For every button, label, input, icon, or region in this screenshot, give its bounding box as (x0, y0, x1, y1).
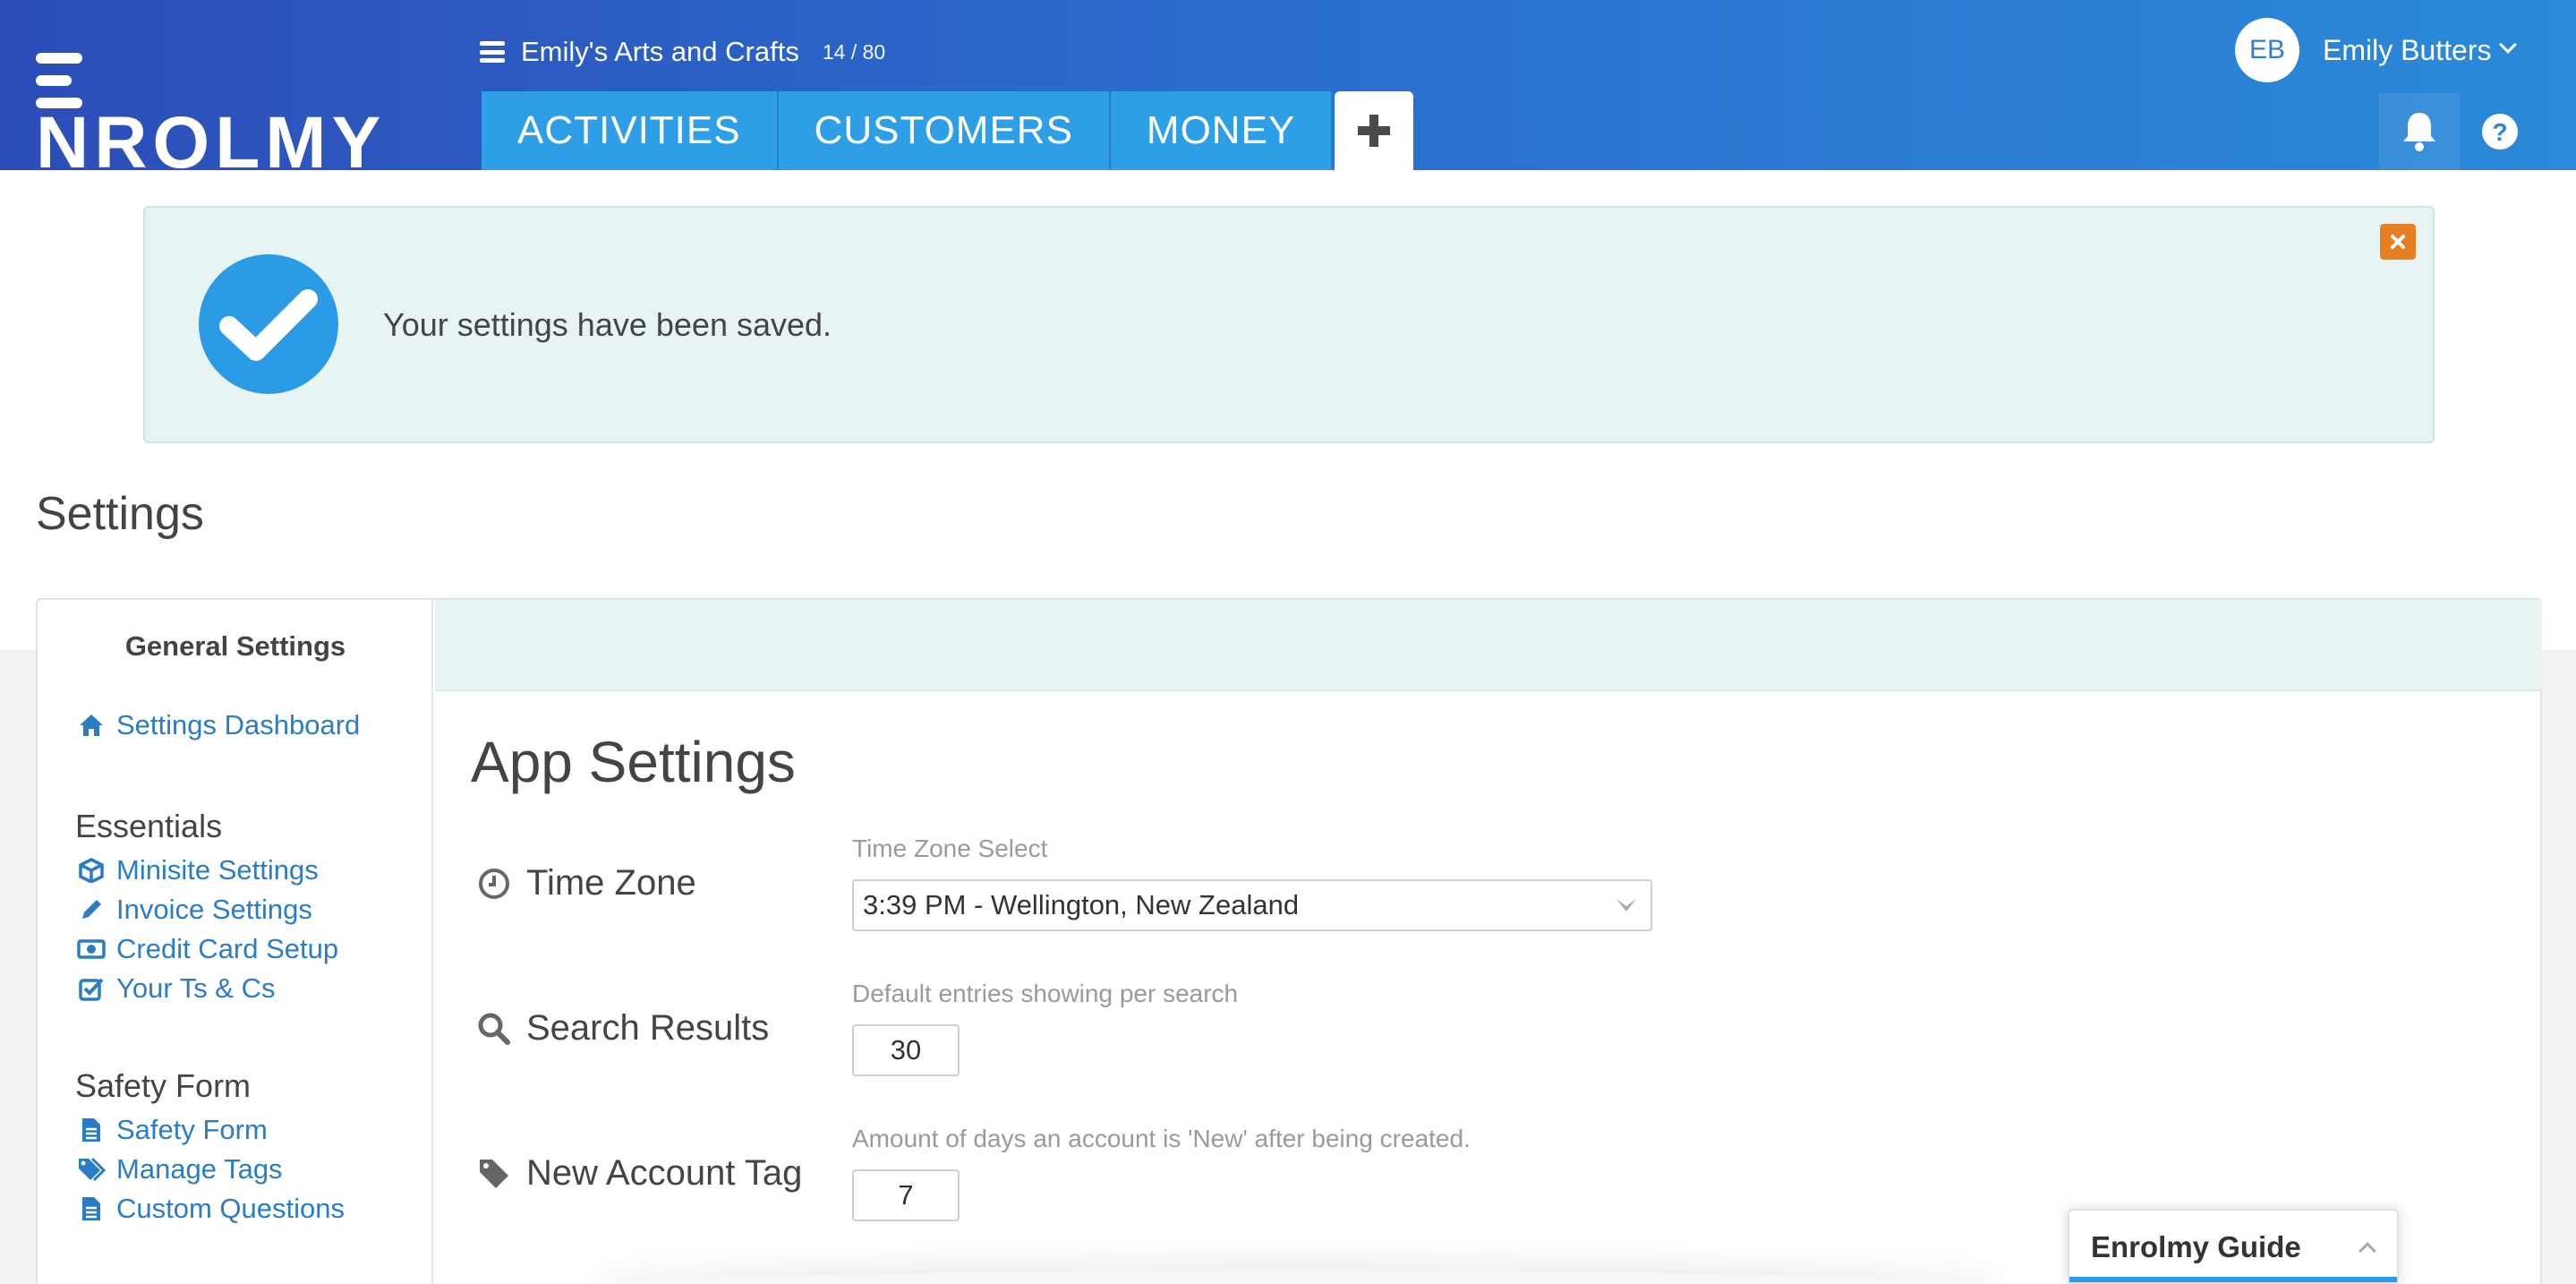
row-label-text: Time Zone (526, 863, 696, 903)
user-menu[interactable]: EB Emily Butters (2235, 17, 2518, 83)
notifications-button[interactable] (2379, 93, 2460, 170)
clock-icon (476, 866, 512, 902)
time-zone-caption: Time Zone Select (852, 835, 1048, 862)
new-account-tag-label: New Account Tag (476, 1153, 802, 1194)
sidebar-item-ts-cs[interactable]: Your Ts & Cs (77, 972, 275, 1005)
time-zone-select[interactable]: 3:39 PM - Wellington, New Zealand (852, 879, 1652, 931)
add-tab-button[interactable] (1335, 91, 1414, 170)
help-button[interactable]: ? (2460, 93, 2540, 170)
enrolmy-guide-widget[interactable]: Enrolmy Guide (2068, 1209, 2399, 1284)
new-account-tag-caption: Amount of days an account is 'New' after… (852, 1125, 1471, 1152)
content-header-band (435, 600, 2542, 691)
time-zone-value: 3:39 PM - Wellington, New Zealand (863, 889, 1300, 920)
tab-money[interactable]: MONEY (1110, 91, 1334, 170)
chevron-down-icon (1616, 899, 1636, 912)
new-account-days-input[interactable]: 7 (852, 1169, 960, 1221)
sidebar-item-manage-tags[interactable]: Manage Tags (77, 1153, 283, 1186)
sidebar-item-label: Safety Form (116, 1114, 268, 1145)
document-icon (77, 1194, 106, 1223)
settings-panel: General Settings Settings Dashboard Esse… (36, 598, 2542, 1284)
tab-activities[interactable]: ACTIVITIES (482, 91, 779, 170)
search-results-label: Search Results (476, 1008, 769, 1049)
sidebar-item-credit-card-setup[interactable]: Credit Card Setup (77, 933, 338, 965)
org-switcher[interactable]: Emily's Arts and Crafts 14 / 80 (480, 34, 885, 70)
close-icon (2391, 235, 2405, 249)
tags-icon (77, 1155, 106, 1184)
search-icon (476, 1011, 512, 1047)
menu-icon[interactable] (480, 41, 505, 63)
sidebar-heading-essentials: Essentials (75, 808, 223, 844)
org-count: 14 / 80 (822, 39, 886, 64)
sidebar-item-label: Your Ts & Cs (116, 972, 276, 1004)
logo-text: NROLMY (36, 102, 387, 184)
search-results-caption: Default entries showing per search (852, 980, 1239, 1007)
sidebar-item-custom-questions[interactable]: Custom Questions (77, 1193, 345, 1225)
page-title: Settings (36, 488, 204, 540)
home-icon (77, 711, 106, 740)
sidebar-title: General Settings (124, 630, 346, 662)
sidebar-item-label: Custom Questions (116, 1193, 345, 1224)
row-label-text: Search Results (526, 1008, 770, 1048)
user-name[interactable]: Emily Butters (2323, 34, 2491, 67)
time-zone-label: Time Zone (476, 863, 696, 903)
top-header: NROLMY Emily's Arts and Crafts 14 / 80 A… (0, 0, 2576, 180)
sidebar-item-settings-dashboard[interactable]: Settings Dashboard (77, 709, 360, 741)
sidebar-item-safety-form[interactable]: Safety Form (77, 1114, 268, 1146)
help-icon: ? (2482, 114, 2518, 150)
main-tabs: ACTIVITIES CUSTOMERS MONEY (482, 91, 1414, 170)
bell-icon (2403, 113, 2435, 151)
row-label-text: New Account Tag (526, 1153, 803, 1193)
checkbox-icon (77, 974, 106, 1003)
sidebar-item-label: Minisite Settings (116, 854, 319, 886)
document-icon (77, 1116, 106, 1144)
tab-customers[interactable]: CUSTOMERS (778, 91, 1111, 170)
settings-sidebar: General Settings Settings Dashboard Esse… (38, 600, 433, 1284)
alert-close-button[interactable] (2380, 224, 2416, 260)
check-circle-icon (199, 254, 338, 394)
money-icon (77, 935, 106, 963)
tag-icon (476, 1156, 512, 1192)
logo-e-mark (36, 53, 82, 108)
guide-accent-bar (2069, 1277, 2397, 1282)
alert-message: Your settings have been saved. (383, 306, 832, 343)
sidebar-item-minisite-settings[interactable]: Minisite Settings (77, 854, 319, 886)
chevron-down-icon[interactable] (2499, 36, 2518, 54)
sidebar-heading-safety-form: Safety Form (75, 1067, 252, 1104)
sidebar-item-invoice-settings[interactable]: Invoice Settings (77, 894, 312, 926)
enrolmy-logo[interactable]: NROLMY (36, 49, 403, 180)
sidebar-item-label: Manage Tags (116, 1153, 283, 1185)
avatar[interactable]: EB (2235, 18, 2299, 82)
sidebar-item-label: Invoice Settings (116, 894, 312, 925)
sidebar-item-label: Credit Card Setup (116, 933, 339, 964)
cube-icon (77, 856, 106, 885)
chevron-up-icon[interactable] (2358, 1242, 2376, 1260)
success-alert: Your settings have been saved. (143, 206, 2435, 443)
guide-title: Enrolmy Guide (2091, 1230, 2301, 1263)
sidebar-item-label: Settings Dashboard (116, 709, 361, 740)
section-title: App Settings (471, 730, 796, 794)
svg-text:?: ? (2492, 118, 2507, 146)
pencil-icon (77, 895, 106, 924)
header-icons: ? (2379, 93, 2576, 170)
plus-icon (1358, 115, 1391, 147)
org-name[interactable]: Emily's Arts and Crafts (521, 36, 799, 68)
search-results-input[interactable]: 30 (852, 1024, 960, 1076)
